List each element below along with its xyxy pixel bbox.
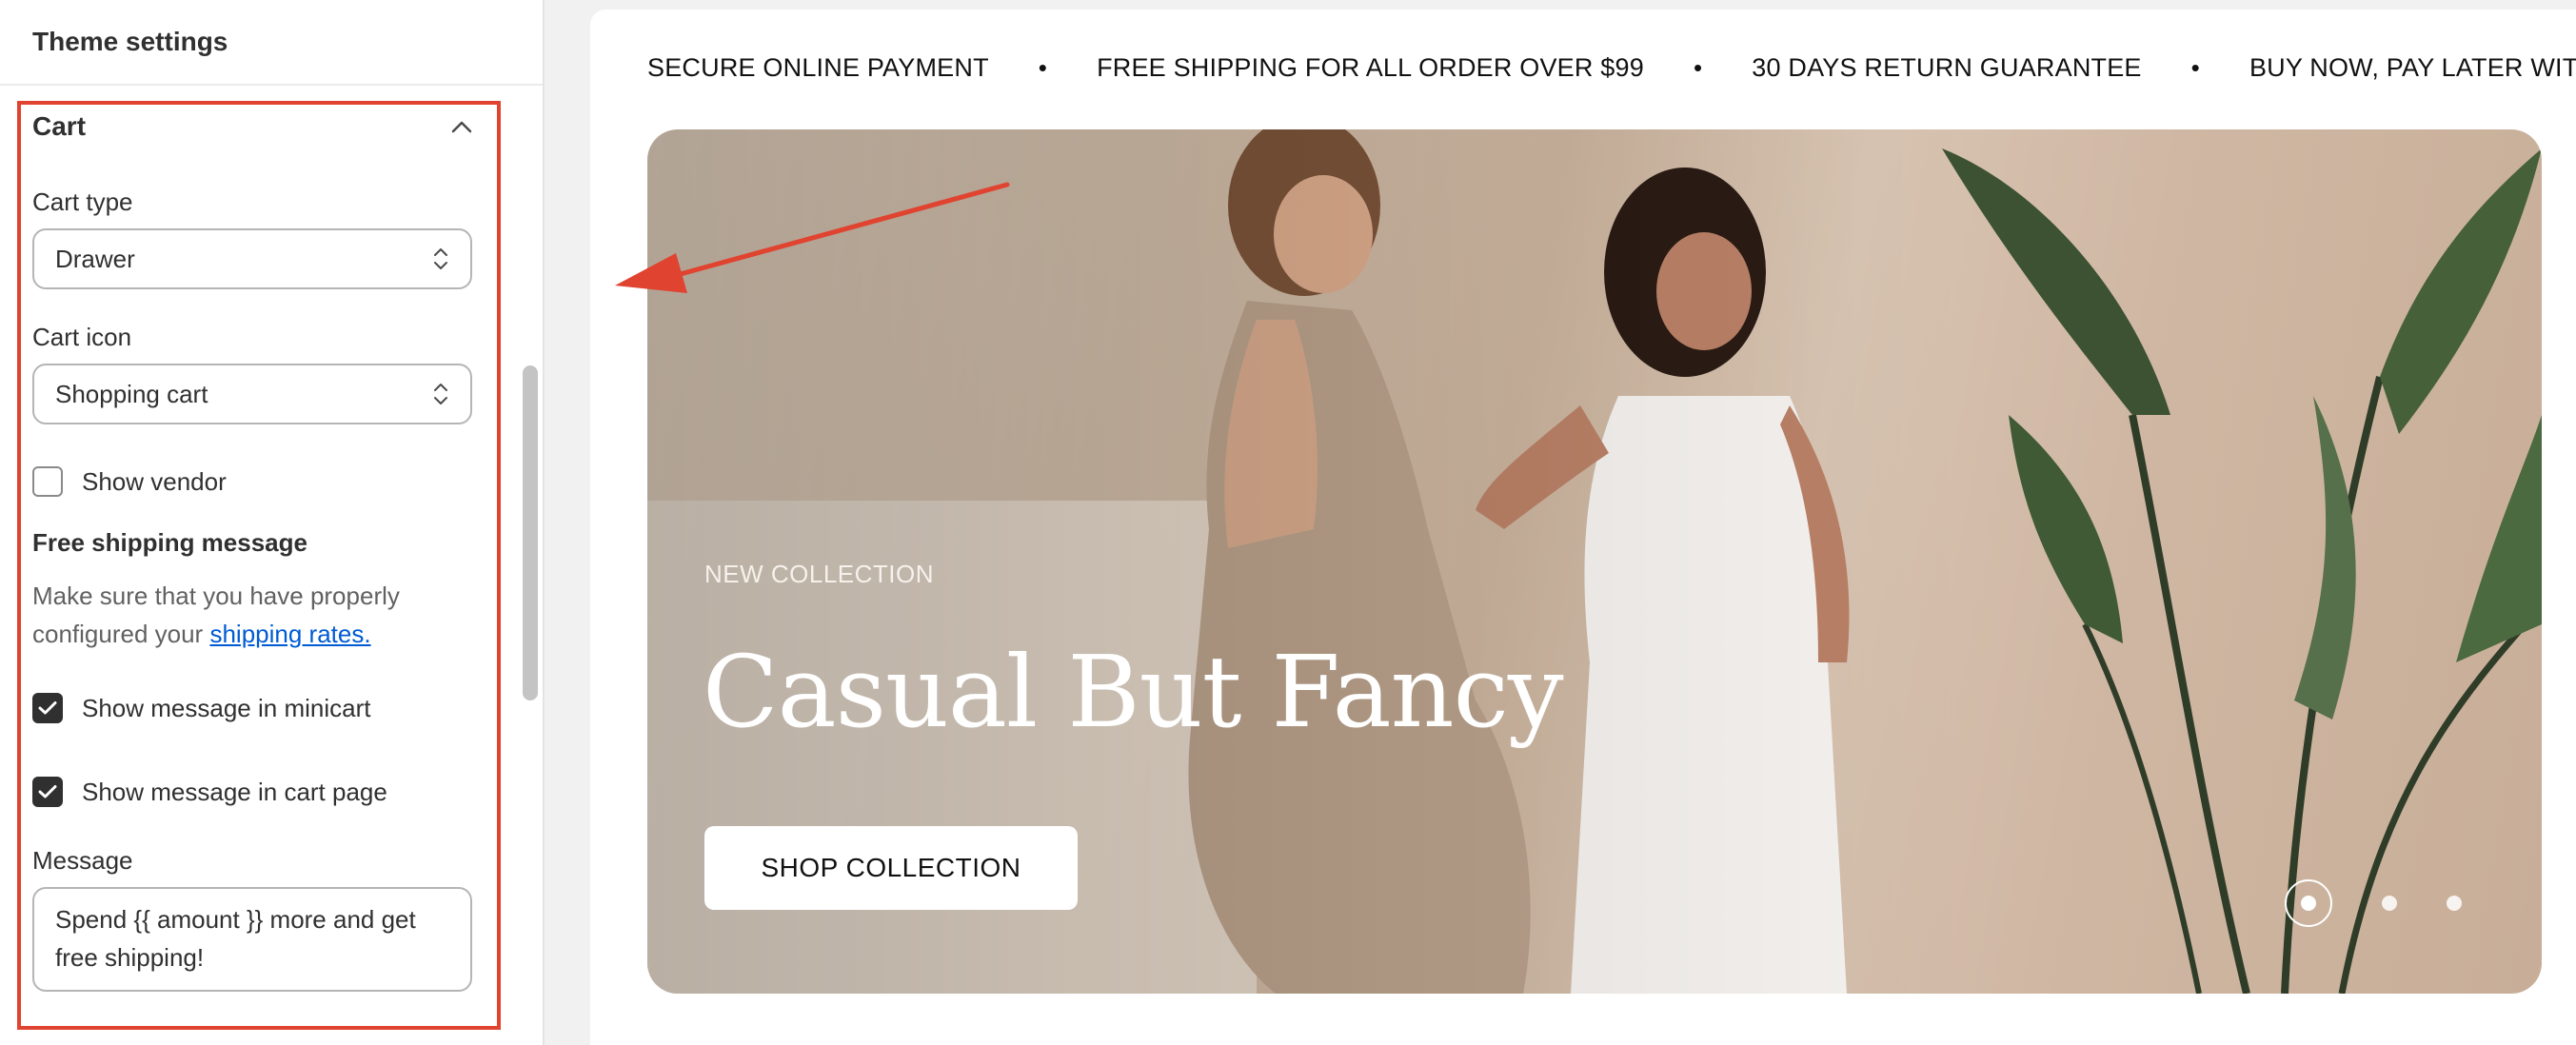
ticker-separator: • [2190, 52, 2200, 82]
ticker-separator: • [1038, 52, 1048, 82]
panel-header: Theme settings [0, 0, 543, 86]
panel-body: Cart Cart type Drawer Cart icon Shopping… [0, 88, 505, 1045]
storefront-preview: SECURE ONLINE PAYMENT • FREE SHIPPING FO… [590, 10, 2576, 1045]
show-cart-page-row[interactable]: Show message in cart page [32, 769, 472, 815]
select-arrows-icon [434, 384, 447, 404]
cart-icon-select[interactable]: Shopping cart [32, 364, 472, 424]
hero-title: Casual But Fancy [703, 634, 1564, 750]
slide-dot-active[interactable] [2285, 879, 2332, 927]
ticker-item: SECURE ONLINE PAYMENT [647, 52, 989, 82]
cart-icon-label: Cart icon [32, 323, 132, 351]
show-vendor-label: Show vendor [82, 466, 227, 496]
cart-section-title: Cart [32, 111, 87, 141]
checkmark-icon [38, 701, 57, 715]
cart-type-select[interactable]: Drawer [32, 228, 472, 289]
select-arrows-icon [434, 248, 447, 269]
chevron-up-icon[interactable] [451, 120, 472, 133]
cart-section-header[interactable]: Cart [32, 88, 472, 166]
message-textarea[interactable]: Spend {{ amount }} more and get free shi… [32, 887, 472, 992]
announcement-ticker: SECURE ONLINE PAYMENT • FREE SHIPPING FO… [647, 10, 2576, 126]
ticker-item: FREE SHIPPING FOR ALL ORDER OVER $99 [1097, 52, 1644, 82]
cart-icon-value: Shopping cart [55, 379, 208, 408]
message-label: Message [32, 846, 133, 875]
free-shipping-help: Make sure that you have properly configu… [32, 577, 472, 653]
slide-dot[interactable] [2382, 896, 2397, 911]
hero-eyebrow: NEW COLLECTION [704, 560, 935, 588]
show-minicart-label: Show message in minicart [82, 693, 371, 722]
annotation-arrow-icon [615, 182, 1010, 293]
show-minicart-checkbox[interactable] [32, 693, 63, 723]
ticker-item: 30 DAYS RETURN GUARANTEE [1752, 52, 2142, 82]
theme-settings-panel: Theme settings Cart Cart type Drawer Car… [0, 0, 545, 1045]
slide-pagination [2285, 879, 2462, 927]
show-minicart-row[interactable]: Show message in minicart [32, 685, 472, 731]
shipping-rates-link[interactable]: shipping rates. [209, 620, 370, 648]
slide-dot[interactable] [2447, 896, 2462, 911]
show-vendor-checkbox[interactable] [32, 466, 63, 497]
checkmark-icon [38, 785, 57, 799]
panel-title: Theme settings [32, 27, 228, 56]
ticker-separator: • [1693, 52, 1703, 82]
panel-scrollbar[interactable] [514, 88, 543, 1045]
show-vendor-row[interactable]: Show vendor [32, 459, 472, 504]
cart-type-value: Drawer [55, 244, 135, 273]
ticker-item: BUY NOW, PAY LATER WIT [2249, 52, 2576, 82]
show-cart-page-checkbox[interactable] [32, 777, 63, 807]
scrollbar-thumb[interactable] [523, 365, 538, 700]
cart-type-label: Cart type [32, 187, 133, 216]
shop-collection-button[interactable]: SHOP COLLECTION [704, 826, 1078, 910]
free-shipping-title: Free shipping message [32, 528, 307, 557]
show-cart-page-label: Show message in cart page [82, 777, 387, 806]
